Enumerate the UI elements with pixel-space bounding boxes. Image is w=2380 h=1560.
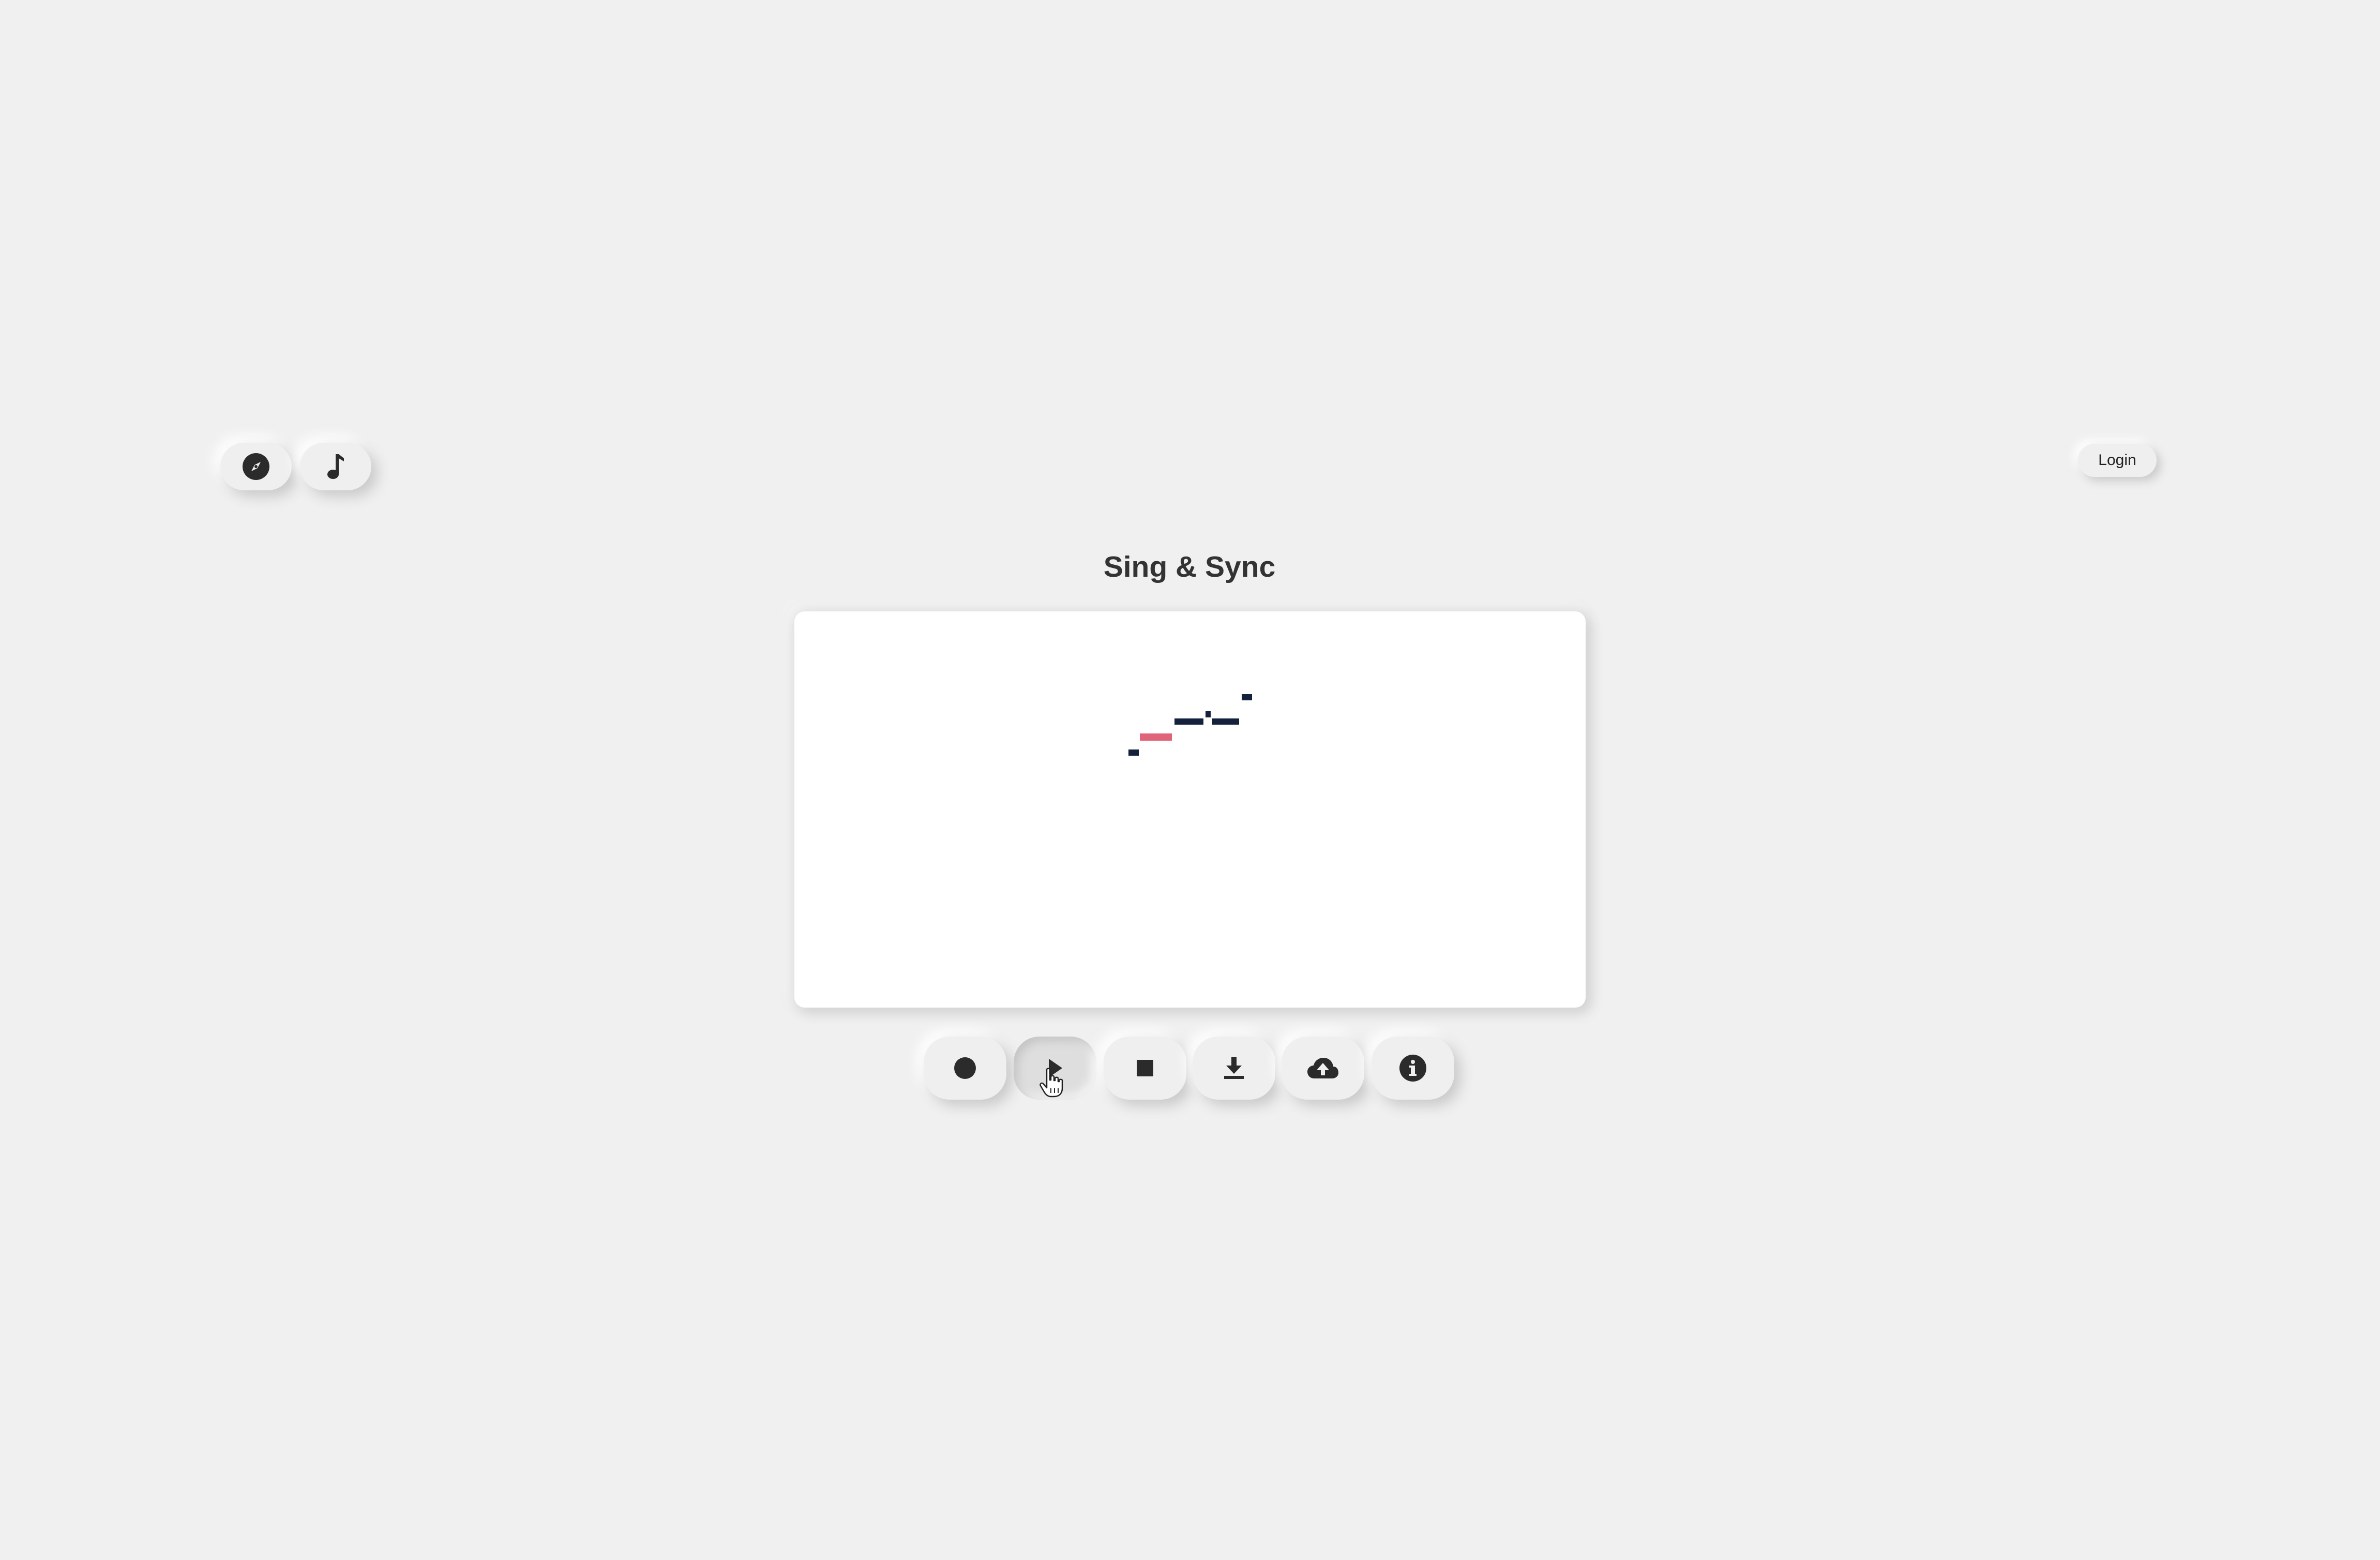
music-note-icon <box>327 454 344 479</box>
note-block <box>1212 718 1239 725</box>
note-block <box>1174 718 1203 725</box>
music-button[interactable] <box>300 443 371 490</box>
play-button[interactable] <box>1014 1037 1096 1100</box>
explore-button[interactable] <box>220 443 292 490</box>
record-button[interactable] <box>924 1037 1006 1100</box>
note-block <box>1206 711 1211 717</box>
info-circle-icon <box>1399 1055 1426 1082</box>
compass-icon <box>243 453 269 480</box>
upload-button[interactable] <box>1282 1037 1364 1100</box>
note-block <box>1128 749 1139 756</box>
info-button[interactable] <box>1372 1037 1454 1100</box>
cloud-upload-icon <box>1307 1058 1338 1078</box>
download-button[interactable] <box>1193 1037 1275 1100</box>
pitch-canvas[interactable] <box>794 611 1586 1008</box>
record-circle-icon <box>954 1057 976 1079</box>
stop-button[interactable] <box>1104 1037 1186 1100</box>
note-block-active <box>1140 733 1172 741</box>
stop-square-icon <box>1137 1060 1153 1076</box>
download-icon <box>1224 1057 1244 1079</box>
login-button[interactable]: Login <box>2078 444 2157 477</box>
note-block <box>1242 694 1252 700</box>
play-icon <box>1049 1059 1062 1077</box>
page-title: Sing & Sync <box>1103 550 1276 583</box>
